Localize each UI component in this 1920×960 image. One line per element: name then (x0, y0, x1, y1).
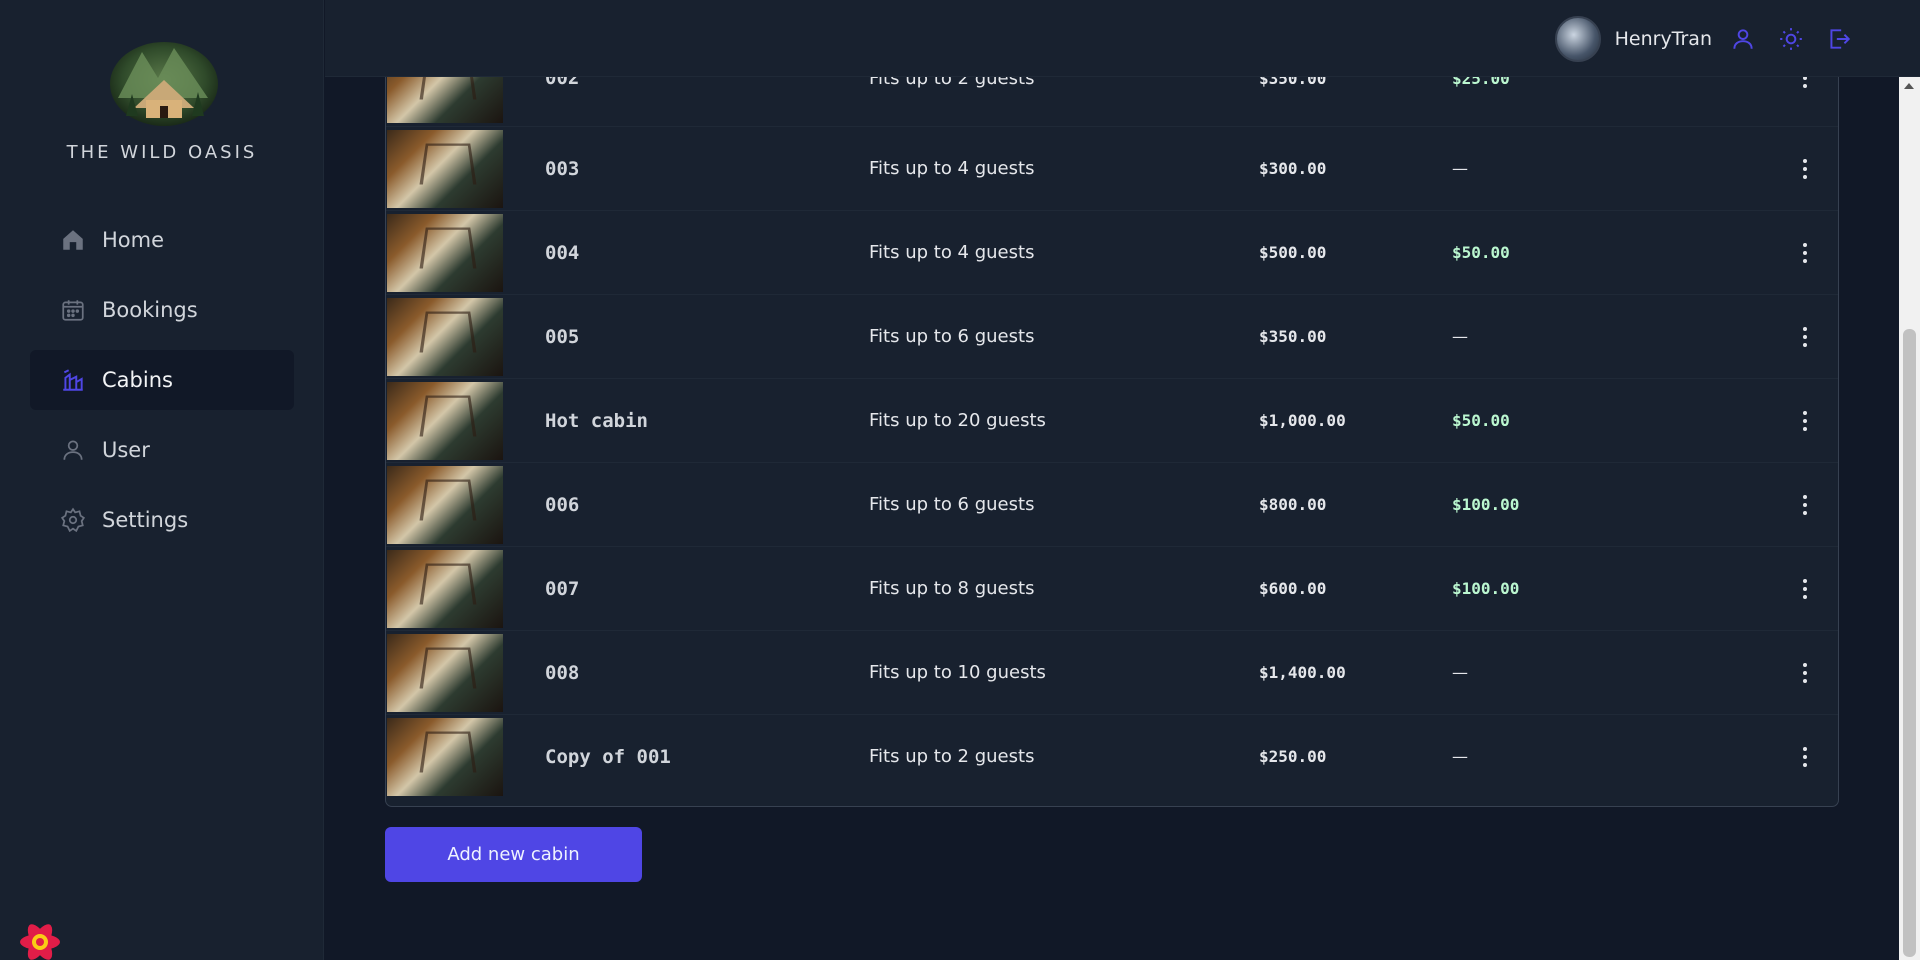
account-icon[interactable] (1730, 26, 1756, 52)
cabin-capacity: Fits up to 6 guests (869, 494, 1035, 515)
row-menu-button[interactable] (1792, 658, 1818, 688)
row-menu-button[interactable] (1792, 406, 1818, 436)
sidebar-item-label: Bookings (102, 298, 198, 322)
table-row: 008 Fits up to 10 guests $1,400.00 — (386, 630, 1838, 714)
scroll-up-icon[interactable] (1904, 83, 1914, 89)
react-query-devtools-icon[interactable] (16, 920, 64, 960)
cabin-image (387, 214, 503, 292)
add-cabin-button[interactable]: Add new cabin (385, 827, 642, 882)
cabin-discount: — (1452, 327, 1468, 346)
cabin-price: $250.00 (1259, 747, 1327, 766)
cabin-image (387, 130, 503, 208)
vertical-scrollbar[interactable] (1899, 77, 1920, 960)
calendar-icon (60, 297, 86, 323)
sidebar-item-label: Settings (102, 508, 189, 532)
cabin-discount: — (1452, 663, 1468, 682)
cabin-discount: — (1452, 159, 1468, 178)
cabins-table: 002 Fits up to 2 guests $350.00 $25.00 0… (385, 30, 1839, 807)
row-menu-button[interactable] (1792, 490, 1818, 520)
cabin-discount: $50.00 (1452, 411, 1510, 430)
sidebar-item-cabins[interactable]: Cabins (30, 350, 294, 410)
cabin-name: 005 (545, 325, 580, 348)
table-row: Hot cabin Fits up to 20 guests $1,000.00… (386, 378, 1838, 462)
avatar (1554, 16, 1601, 62)
cabin-image (387, 298, 503, 376)
user-icon (60, 437, 86, 463)
cabin-capacity: Fits up to 10 guests (869, 662, 1046, 683)
sidebar-item-label: User (102, 438, 150, 462)
cabin-capacity: Fits up to 2 guests (869, 746, 1035, 767)
table-row: 007 Fits up to 8 guests $600.00 $100.00 (386, 546, 1838, 630)
cabin-name: 008 (545, 661, 580, 684)
cabin-name: 007 (545, 577, 580, 600)
home-icon (60, 227, 86, 253)
cabin-price: $500.00 (1259, 243, 1327, 262)
row-menu-button[interactable] (1792, 238, 1818, 268)
table-row: Copy of 001 Fits up to 2 guests $250.00 … (386, 714, 1838, 798)
cabin-price: $800.00 (1259, 495, 1327, 514)
cabin-discount: $100.00 (1452, 495, 1520, 514)
cabin-name: 004 (545, 241, 580, 264)
sidebar-item-home[interactable]: Home (30, 210, 294, 270)
user-menu[interactable]: HenryTran (1554, 16, 1712, 62)
table-row: 005 Fits up to 6 guests $350.00 — (386, 294, 1838, 378)
cabin-name: Copy of 001 (545, 745, 671, 768)
cabin-name: 003 (545, 157, 580, 180)
logo (108, 38, 220, 126)
sidebar: THE WILD OASIS Home Bookings Cabins User (0, 0, 324, 960)
cabin-capacity: Fits up to 8 guests (869, 578, 1035, 599)
brand-name: THE WILD OASIS (66, 142, 258, 163)
sidebar-item-label: Cabins (102, 368, 173, 392)
sidebar-item-label: Home (102, 228, 165, 252)
cabin-price: $1,400.00 (1259, 663, 1346, 682)
cabin-capacity: Fits up to 6 guests (869, 326, 1035, 347)
cabin-name: 006 (545, 493, 580, 516)
sidebar-item-user[interactable]: User (30, 420, 294, 480)
user-name: HenryTran (1614, 28, 1712, 50)
cabin-discount: $50.00 (1452, 243, 1510, 262)
row-menu-button[interactable] (1792, 322, 1818, 352)
cabin-price: $1,000.00 (1259, 411, 1346, 430)
cabin-capacity: Fits up to 4 guests (869, 242, 1035, 263)
cabin-name: Hot cabin (545, 409, 648, 432)
table-row: 004 Fits up to 4 guests $500.00 $50.00 (386, 210, 1838, 294)
cabin-capacity: Fits up to 4 guests (869, 158, 1035, 179)
row-menu-button[interactable] (1792, 742, 1818, 772)
scroll-thumb[interactable] (1903, 329, 1916, 957)
table-row: 003 Fits up to 4 guests $300.00 — (386, 126, 1838, 210)
logout-icon[interactable] (1826, 26, 1852, 52)
sidebar-item-bookings[interactable]: Bookings (30, 280, 294, 340)
cabin-price: $300.00 (1259, 159, 1327, 178)
cabin-price: $350.00 (1259, 327, 1327, 346)
cabin-image (387, 550, 503, 628)
cabin-discount: $100.00 (1452, 579, 1520, 598)
cabin-image (387, 634, 503, 712)
row-menu-button[interactable] (1792, 154, 1818, 184)
cabin-capacity: Fits up to 20 guests (869, 410, 1046, 431)
cabin-image (387, 718, 503, 796)
gear-icon (60, 507, 86, 533)
cabin-price: $600.00 (1259, 579, 1327, 598)
cabin-image (387, 382, 503, 460)
sun-icon[interactable] (1778, 26, 1804, 52)
main-nav: Home Bookings Cabins User Settings (30, 210, 294, 560)
cabin-discount: — (1452, 747, 1468, 766)
table-row: 006 Fits up to 6 guests $800.00 $100.00 (386, 462, 1838, 546)
cabin-image (387, 466, 503, 544)
row-menu-button[interactable] (1792, 574, 1818, 604)
top-header: HenryTran (325, 0, 1920, 77)
sidebar-item-settings[interactable]: Settings (30, 490, 294, 550)
cabins-icon (60, 367, 86, 393)
